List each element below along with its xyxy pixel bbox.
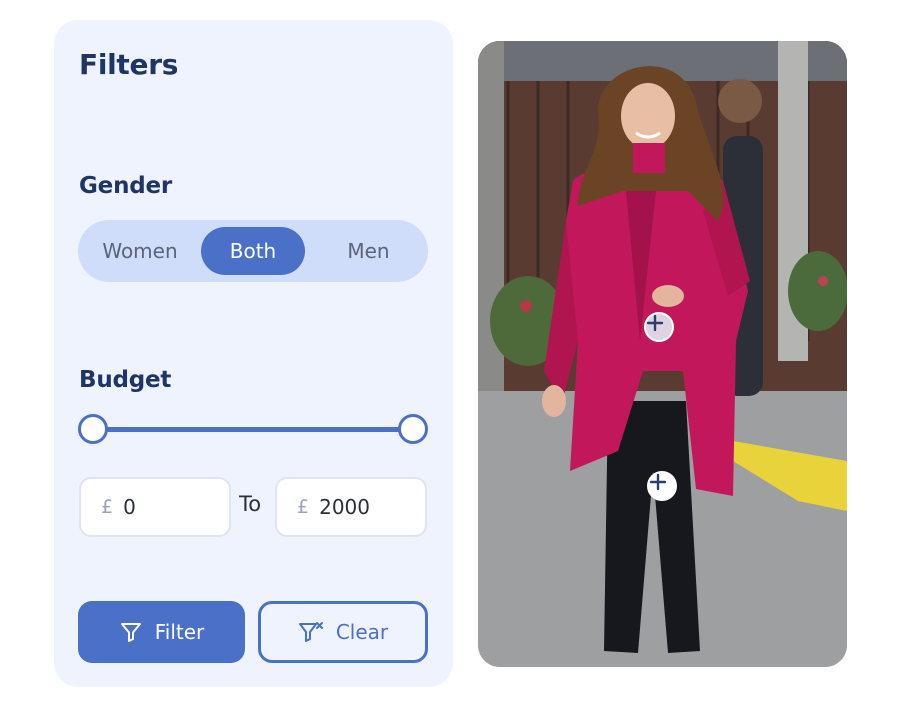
slider-max-handle[interactable] bbox=[398, 414, 428, 444]
clear-filter-icon bbox=[298, 620, 324, 644]
clear-button-label: Clear bbox=[335, 620, 389, 644]
filters-panel: Filters Gender Women Both Men Budget £ T… bbox=[54, 20, 453, 687]
currency-symbol: £ bbox=[297, 496, 310, 518]
filter-button[interactable]: Filter bbox=[78, 601, 245, 663]
clear-button[interactable]: Clear bbox=[258, 601, 428, 663]
gender-toggle: Women Both Men bbox=[78, 220, 428, 282]
gender-option-women[interactable]: Women bbox=[84, 227, 196, 275]
max-price-field: £ bbox=[275, 477, 427, 537]
min-price-input[interactable] bbox=[123, 495, 214, 519]
min-price-field: £ bbox=[79, 477, 231, 537]
product-photo bbox=[478, 41, 847, 667]
funnel-icon bbox=[119, 620, 143, 644]
slider-track bbox=[92, 427, 414, 432]
hotspot-bottom-button[interactable] bbox=[647, 471, 677, 501]
panel-title: Filters bbox=[79, 48, 179, 81]
filter-button-label: Filter bbox=[154, 620, 205, 644]
range-separator: To bbox=[239, 492, 262, 516]
photo-illustration bbox=[478, 41, 847, 667]
budget-range-slider[interactable] bbox=[78, 413, 428, 445]
budget-label: Budget bbox=[79, 367, 172, 393]
currency-symbol: £ bbox=[101, 496, 114, 518]
slider-min-handle[interactable] bbox=[78, 414, 108, 444]
max-price-input[interactable] bbox=[319, 495, 410, 519]
hotspot-top-button[interactable] bbox=[644, 312, 674, 342]
gender-option-men[interactable]: Men bbox=[316, 227, 421, 275]
gender-option-both[interactable]: Both bbox=[201, 227, 305, 275]
gender-label: Gender bbox=[79, 173, 173, 199]
